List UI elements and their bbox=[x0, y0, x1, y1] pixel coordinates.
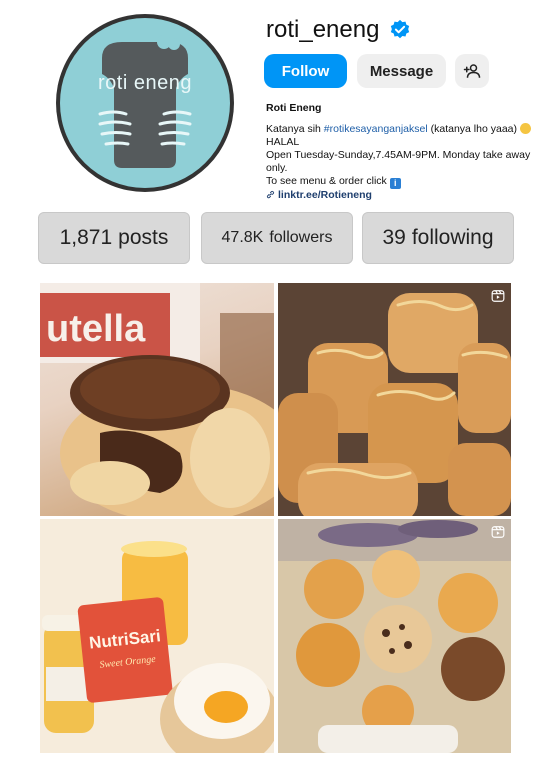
avatar-logo: roti eneng bbox=[60, 18, 230, 188]
post-tile-assorted-breads[interactable] bbox=[278, 519, 511, 753]
profile-display-name: Roti Eneng bbox=[266, 102, 322, 114]
bio-line-2: HALAL bbox=[266, 136, 300, 148]
bio-link-row[interactable]: linktr.ee/Rotieneng bbox=[266, 189, 551, 202]
reel-icon bbox=[491, 526, 505, 538]
following-count[interactable]: 39 following bbox=[362, 212, 514, 264]
post-tile-cheese-bread[interactable] bbox=[278, 283, 511, 516]
message-button[interactable]: Message bbox=[357, 54, 446, 88]
profile-username: roti_eneng bbox=[266, 16, 380, 43]
bio-line-1: Katanya sih #rotikesayanganjaksel (katan… bbox=[266, 123, 551, 136]
bio-line-4: To see menu & order click i bbox=[266, 175, 551, 189]
followers-count[interactable]: 47.8K followers bbox=[201, 212, 353, 264]
posts-count[interactable]: 1,871 posts bbox=[38, 212, 190, 264]
bio-line-3: Open Tuesday-Sunday,7.45AM-9PM. Monday t… bbox=[266, 149, 531, 174]
bio-text: (katanya lho yaaa) bbox=[427, 123, 518, 135]
bio-text: Katanya sih bbox=[266, 123, 324, 135]
bio-text: To see menu & order click bbox=[266, 175, 390, 187]
profile-bio: Roti Eneng Katanya sih #rotikesayanganja… bbox=[266, 102, 551, 202]
posts-grid: utella NutriSari Sweet Orange bbox=[40, 283, 511, 753]
followers-count-value: 47.8K bbox=[221, 229, 264, 246]
post-image: NutriSari Sweet Orange bbox=[40, 519, 274, 753]
info-emoji-icon: i bbox=[389, 178, 401, 189]
bio-hashtag-link[interactable]: #rotikesayanganjaksel bbox=[324, 123, 428, 135]
verified-badge-icon bbox=[391, 19, 410, 39]
add-user-icon bbox=[463, 64, 481, 78]
following-count-value: 39 bbox=[382, 226, 406, 249]
post-image bbox=[278, 283, 511, 516]
reel-icon bbox=[491, 290, 505, 302]
username-row: roti_eneng bbox=[266, 16, 411, 44]
post-tile-nutella-bread[interactable]: utella bbox=[40, 283, 274, 516]
post-tile-nutrisari[interactable]: NutriSari Sweet Orange bbox=[40, 519, 274, 753]
jar-label-text: utella bbox=[46, 308, 146, 350]
follow-button[interactable]: Follow bbox=[264, 54, 347, 88]
suggest-accounts-button[interactable] bbox=[455, 54, 489, 88]
followers-count-label: followers bbox=[269, 229, 333, 246]
profile-avatar[interactable]: roti eneng bbox=[56, 14, 234, 192]
avatar-logo-text: roti eneng bbox=[98, 72, 192, 94]
posts-count-value: 1,871 bbox=[59, 226, 113, 249]
posts-count-label: posts bbox=[118, 226, 169, 249]
post-image bbox=[278, 519, 511, 753]
grin-emoji-icon bbox=[519, 123, 531, 134]
post-image: utella bbox=[40, 283, 274, 516]
bio-external-link[interactable]: linktr.ee/Rotieneng bbox=[278, 189, 372, 201]
link-icon bbox=[266, 190, 275, 199]
bread-logo-graphic bbox=[98, 35, 192, 168]
following-count-label: following bbox=[411, 226, 494, 249]
